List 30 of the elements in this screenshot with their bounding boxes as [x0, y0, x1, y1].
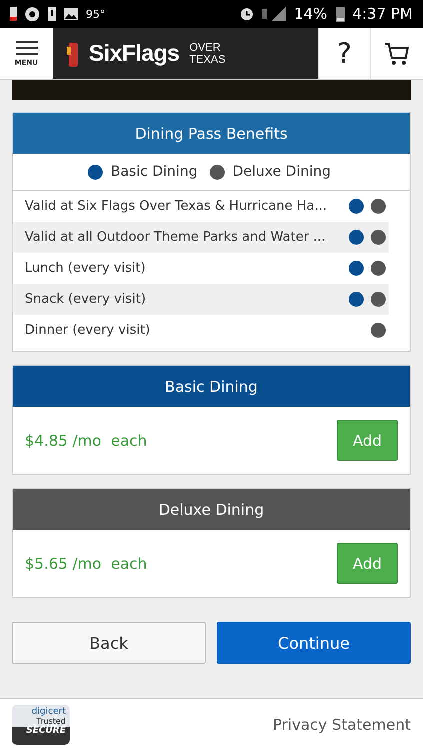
benefit-label: Dinner (every visit) — [25, 323, 152, 338]
legend-label: Deluxe Dining — [232, 164, 331, 180]
benefit-label: Lunch (every visit) — [25, 261, 147, 276]
benefit-label: Valid at all Outdoor Theme Parks and Water ... — [25, 230, 327, 245]
battery-percent-text: 14% — [294, 5, 328, 23]
battery-icon — [336, 6, 345, 22]
benefit-label: Snack (every visit) — [25, 292, 148, 307]
plan-title: Basic Dining — [13, 366, 410, 407]
temperature-text: 95° — [86, 8, 106, 20]
privacy-link[interactable]: Privacy Statement — [272, 716, 411, 734]
signal-icon — [262, 7, 286, 21]
brand-logo: SixFlags — [89, 40, 180, 67]
alert-icon — [48, 7, 56, 21]
time-text: 4:37 PM — [352, 5, 413, 23]
battery-alert-icon — [10, 7, 17, 21]
benefits-title: Dining Pass Benefits — [13, 113, 410, 154]
security-badge: digicert Trusted SECURE — [12, 704, 70, 744]
legend-label: Basic Dining — [111, 164, 198, 180]
plan-price: $4.85 /mo each — [25, 432, 148, 450]
park-name: OVER TEXAS — [190, 42, 226, 66]
benefit-label: Valid at Six Flags Over Texas & Hurricane Ha... — [25, 199, 328, 214]
menu-icon — [16, 40, 38, 54]
gear-icon — [25, 6, 40, 22]
cart-icon — [384, 42, 410, 66]
back-button[interactable]: Back — [12, 622, 206, 664]
alarm-icon — [240, 7, 254, 21]
image-icon — [64, 8, 78, 20]
plan-price: $5.65 /mo each — [25, 554, 148, 572]
continue-button[interactable]: Continue — [217, 622, 411, 664]
plan-title: Deluxe Dining — [13, 489, 410, 530]
